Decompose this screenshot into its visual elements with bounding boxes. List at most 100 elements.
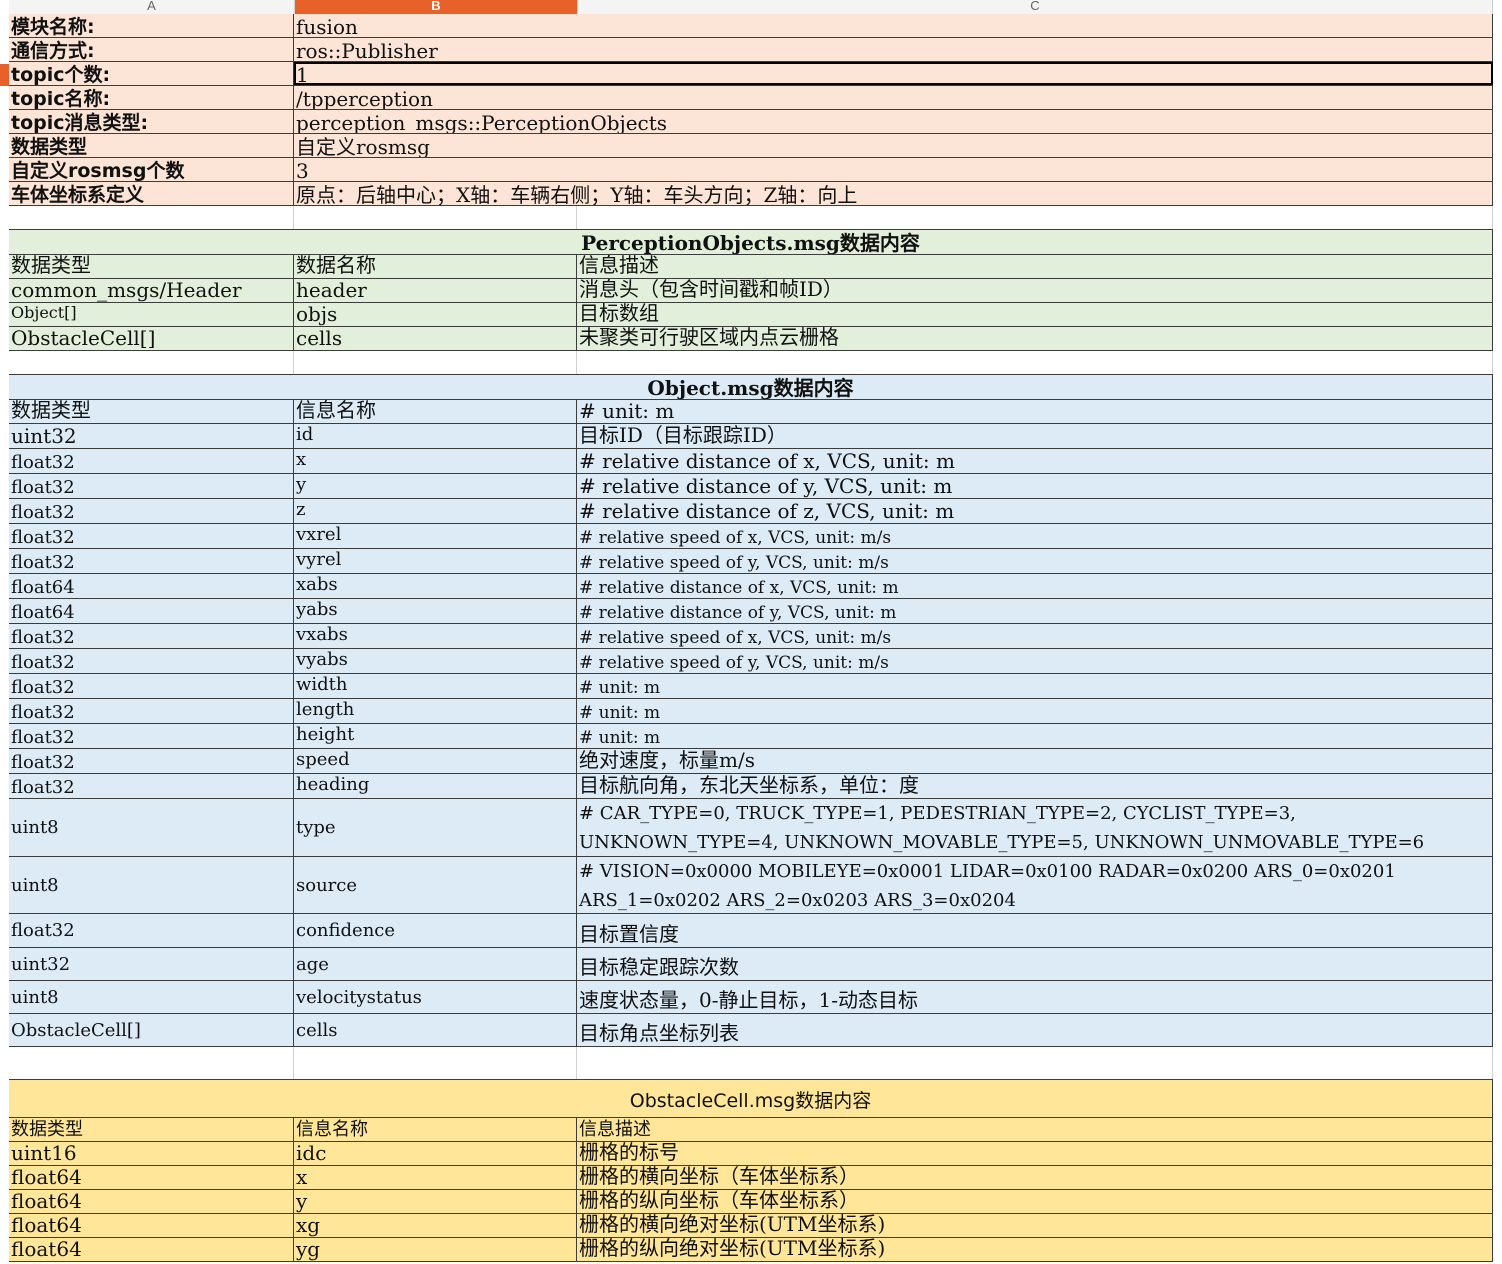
name-cell[interactable]: vyabs — [294, 649, 577, 673]
type-cell[interactable]: uint8 — [9, 981, 294, 1013]
column-header-cell[interactable]: 信息描述 — [577, 1118, 1493, 1141]
name-cell[interactable]: z — [294, 499, 577, 523]
info-value-cell[interactable]: ros::Publisher — [294, 38, 1493, 61]
type-cell[interactable]: float32 — [9, 624, 294, 648]
type-cell[interactable]: uint32 — [9, 424, 294, 448]
name-cell[interactable]: heading — [294, 774, 577, 798]
type-cell[interactable]: float32 — [9, 914, 294, 947]
description-cell[interactable]: # relative distance of y, VCS, unit: m — [577, 599, 1493, 623]
description-cell[interactable]: 未聚类可行驶区域内点云栅格 — [577, 327, 1493, 350]
info-label-cell[interactable]: 数据类型 — [9, 134, 294, 157]
name-cell[interactable]: source — [294, 857, 577, 913]
info-label-cell[interactable]: 模块名称: — [9, 14, 294, 37]
description-cell[interactable]: 栅格的横向坐标（车体坐标系） — [577, 1166, 1493, 1189]
info-label-cell[interactable]: topic消息类型: — [9, 110, 294, 133]
description-cell[interactable]: # relative distance of y, VCS, unit: m — [577, 474, 1493, 498]
type-cell[interactable]: float32 — [9, 649, 294, 673]
description-cell[interactable]: 目标航向角，东北天坐标系，单位：度 — [577, 774, 1493, 798]
name-cell[interactable]: objs — [294, 303, 577, 326]
column-header-cell[interactable]: 信息名称 — [294, 1118, 577, 1141]
type-cell[interactable]: float64 — [9, 1166, 294, 1189]
type-cell[interactable]: float32 — [9, 499, 294, 523]
name-cell[interactable]: vxabs — [294, 624, 577, 648]
empty-cell[interactable] — [294, 351, 577, 374]
type-cell[interactable]: float32 — [9, 674, 294, 698]
description-cell[interactable]: # unit: m — [577, 724, 1493, 748]
name-cell[interactable]: cells — [294, 327, 577, 350]
column-header-cell[interactable]: # unit: m — [577, 400, 1493, 423]
column-header-cell[interactable]: 信息名称 — [294, 400, 577, 423]
type-cell[interactable]: float32 — [9, 449, 294, 473]
column-header-cell[interactable]: 数据名称 — [294, 255, 577, 278]
name-cell[interactable]: vyrel — [294, 549, 577, 573]
column-header-a[interactable]: A — [9, 0, 295, 14]
info-value-cell[interactable]: /tpperception — [294, 86, 1493, 109]
type-cell[interactable]: float64 — [9, 599, 294, 623]
column-header-b[interactable]: B — [295, 0, 578, 14]
description-cell[interactable]: 目标数组 — [577, 303, 1493, 326]
name-cell[interactable]: length — [294, 699, 577, 723]
description-cell[interactable]: 栅格的标号 — [577, 1142, 1493, 1165]
name-cell[interactable]: id — [294, 424, 577, 448]
type-cell[interactable]: Object[] — [9, 303, 294, 326]
name-cell[interactable]: y — [294, 1190, 577, 1213]
name-cell[interactable]: age — [294, 948, 577, 980]
name-cell[interactable]: idc — [294, 1142, 577, 1165]
type-cell[interactable]: uint8 — [9, 857, 294, 913]
column-header-cell[interactable]: 数据类型 — [9, 255, 294, 278]
column-header-c[interactable]: C — [578, 0, 1493, 14]
info-value-cell[interactable]: 自定义rosmsg — [294, 134, 1493, 157]
name-cell[interactable]: confidence — [294, 914, 577, 947]
obstacle_table-title[interactable]: ObstacleCell.msg数据内容 — [9, 1080, 1493, 1117]
description-cell[interactable]: 目标置信度 — [577, 914, 1493, 947]
column-header-cell[interactable]: 数据类型 — [9, 400, 294, 423]
type-cell[interactable]: float32 — [9, 699, 294, 723]
type-cell[interactable]: float64 — [9, 1214, 294, 1237]
type-cell[interactable]: uint32 — [9, 948, 294, 980]
name-cell[interactable]: cells — [294, 1014, 577, 1046]
type-cell[interactable]: float32 — [9, 549, 294, 573]
type-cell[interactable]: float32 — [9, 524, 294, 548]
name-cell[interactable]: width — [294, 674, 577, 698]
description-cell[interactable]: # relative distance of x, VCS, unit: m — [577, 449, 1493, 473]
empty-cell[interactable] — [577, 1047, 1493, 1079]
info-value-cell[interactable]: 3 — [294, 158, 1493, 181]
perception_table-title[interactable]: PerceptionObjects.msg数据内容 — [9, 230, 1493, 254]
description-cell[interactable]: 消息头（包含时间戳和帧ID） — [577, 279, 1493, 302]
description-cell[interactable]: 目标角点坐标列表 — [577, 1014, 1493, 1046]
description-cell[interactable]: 栅格的横向绝对坐标(UTM坐标系) — [577, 1214, 1493, 1237]
empty-cell[interactable] — [294, 206, 577, 229]
description-cell[interactable]: 目标ID（目标跟踪ID） — [577, 424, 1493, 448]
empty-cell[interactable] — [577, 206, 1493, 229]
info-value-cell[interactable]: fusion — [294, 14, 1493, 37]
name-cell[interactable]: velocitystatus — [294, 981, 577, 1013]
name-cell[interactable]: yg — [294, 1238, 577, 1261]
description-cell[interactable]: # unit: m — [577, 674, 1493, 698]
empty-cell[interactable] — [9, 351, 294, 374]
type-cell[interactable]: ObstacleCell[] — [9, 1014, 294, 1046]
info-label-cell[interactable]: 自定义rosmsg个数 — [9, 158, 294, 181]
description-cell[interactable]: # relative speed of x, VCS, unit: m/s — [577, 524, 1493, 548]
info-label-cell[interactable]: 通信方式: — [9, 38, 294, 61]
type-cell[interactable]: common_msgs/Header — [9, 279, 294, 302]
description-cell[interactable]: 目标稳定跟踪次数 — [577, 948, 1493, 980]
info-label-cell[interactable]: topic个数: — [9, 62, 294, 85]
type-cell[interactable]: float64 — [9, 1190, 294, 1213]
name-cell[interactable]: y — [294, 474, 577, 498]
name-cell[interactable]: type — [294, 799, 577, 856]
column-header-cell[interactable]: 数据类型 — [9, 1118, 294, 1141]
type-cell[interactable]: float64 — [9, 574, 294, 598]
description-cell[interactable]: 栅格的纵向绝对坐标(UTM坐标系) — [577, 1238, 1493, 1261]
type-cell[interactable]: uint16 — [9, 1142, 294, 1165]
name-cell[interactable]: x — [294, 1166, 577, 1189]
description-cell[interactable]: # relative speed of y, VCS, unit: m/s — [577, 549, 1493, 573]
column-header-cell[interactable]: 信息描述 — [577, 255, 1493, 278]
name-cell[interactable]: xg — [294, 1214, 577, 1237]
empty-cell[interactable] — [577, 351, 1493, 374]
description-cell[interactable]: # relative speed of y, VCS, unit: m/s — [577, 649, 1493, 673]
type-cell[interactable]: uint8 — [9, 799, 294, 856]
type-cell[interactable]: float64 — [9, 1238, 294, 1261]
info-value-cell[interactable]: 原点：后轴中心；X轴：车辆右侧；Y轴：车头方向；Z轴：向上 — [294, 182, 1493, 205]
name-cell[interactable]: vxrel — [294, 524, 577, 548]
name-cell[interactable]: height — [294, 724, 577, 748]
